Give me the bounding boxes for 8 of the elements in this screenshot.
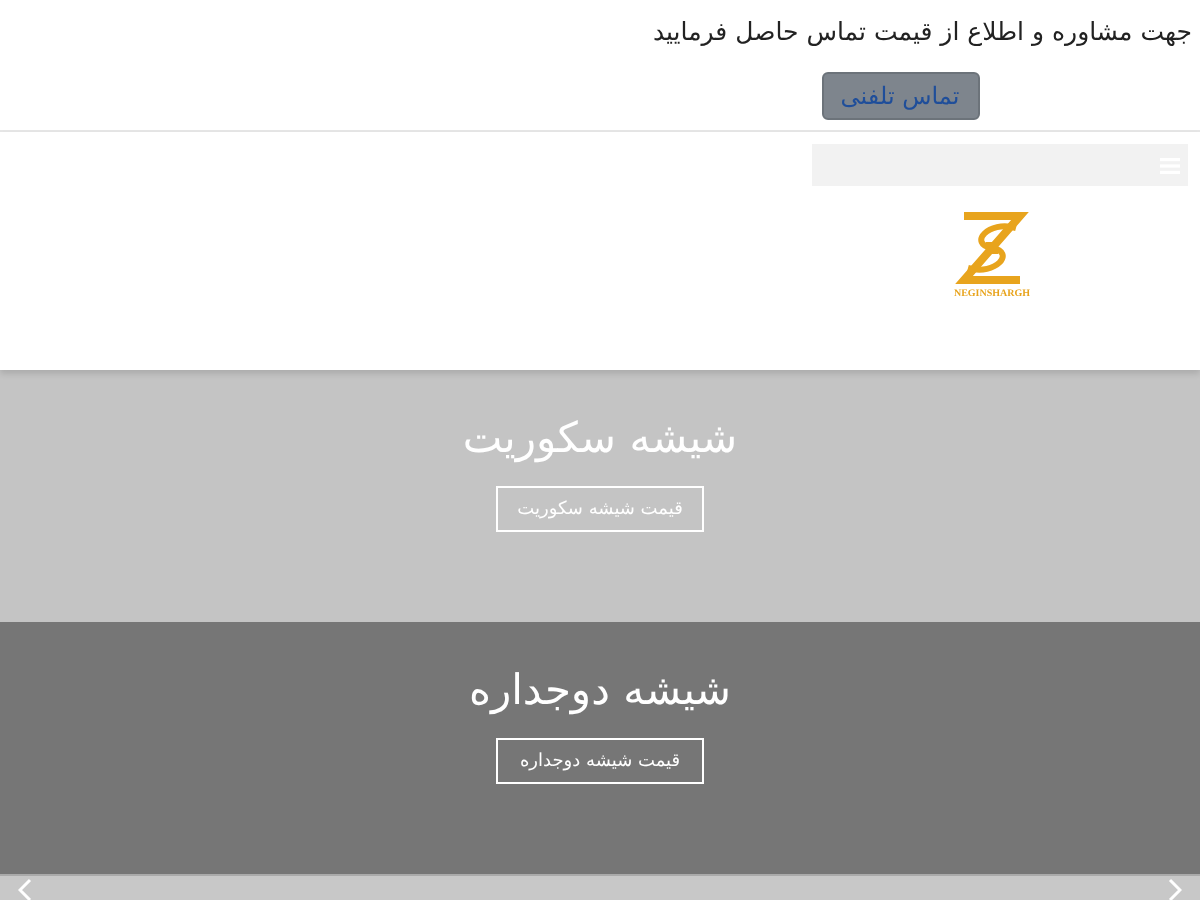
contact-text: جهت مشاوره و اطلاع از قیمت تماس حاصل فرمایید [652,16,1194,46]
call-button[interactable]: تماس تلفنی [821,72,979,120]
price-button[interactable]: قیمت شیشه دوجداره [496,738,704,784]
banner-title: شیشه دوجداره [468,666,732,714]
price-button[interactable]: قیمت شیشه سکوریت [496,486,704,532]
previous-icon[interactable] [18,877,32,900]
next-icon[interactable] [1168,877,1182,900]
banner-title: شیشه سکوریت [462,414,738,462]
